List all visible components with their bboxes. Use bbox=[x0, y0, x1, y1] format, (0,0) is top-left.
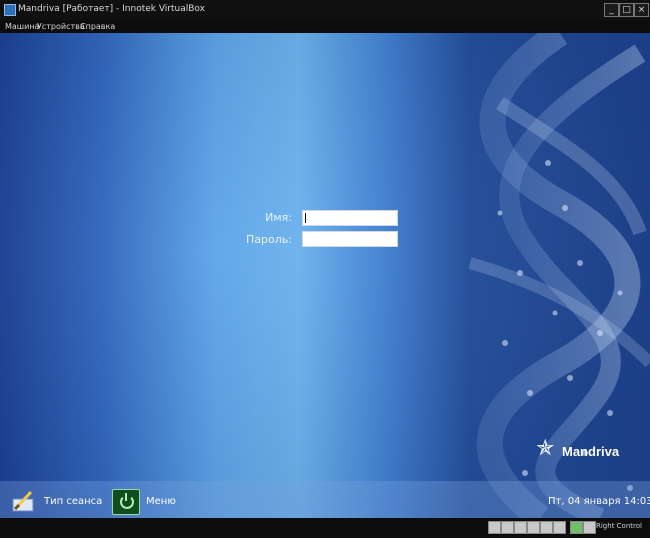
text-caret bbox=[305, 213, 306, 223]
keyboard-capture-icon[interactable] bbox=[583, 521, 596, 534]
title-bar[interactable]: Mandriva [Работает] - Innotek VirtualBox… bbox=[0, 0, 650, 20]
guest-screen[interactable]: Имя: Пароль: ✯ Mandriva Тип сеанса Меню … bbox=[0, 33, 650, 518]
mandriva-logo: ✯ Mandriva bbox=[536, 437, 636, 467]
cd-icon[interactable] bbox=[501, 521, 514, 534]
menu-label[interactable]: Меню bbox=[146, 496, 176, 507]
floppy-icon[interactable] bbox=[514, 521, 527, 534]
username-label: Имя: bbox=[265, 211, 292, 224]
status-bar: Right Control bbox=[0, 518, 650, 538]
window-title: Mandriva [Работает] - Innotek VirtualBox bbox=[18, 4, 205, 14]
menu-machine[interactable]: Машина bbox=[5, 22, 39, 31]
menu-help[interactable]: Справка bbox=[80, 22, 115, 31]
hdd-icon[interactable] bbox=[488, 521, 501, 534]
username-input[interactable] bbox=[302, 210, 398, 226]
power-menu-icon[interactable] bbox=[112, 489, 140, 515]
minimize-button[interactable]: _ bbox=[604, 3, 619, 17]
menu-bar: Машина Устройства Справка bbox=[0, 20, 650, 33]
virtualbox-app-icon[interactable] bbox=[4, 4, 16, 16]
shared-folders-icon[interactable] bbox=[553, 521, 566, 534]
maximize-button[interactable]: □ bbox=[619, 3, 634, 17]
password-input[interactable] bbox=[302, 231, 398, 247]
power-line bbox=[125, 493, 127, 501]
power-ring bbox=[120, 495, 134, 509]
session-type-icon[interactable] bbox=[11, 489, 37, 515]
usb-icon[interactable] bbox=[540, 521, 553, 534]
network-icon[interactable] bbox=[527, 521, 540, 534]
mouse-integration-icon[interactable] bbox=[570, 521, 583, 534]
mandriva-logo-text: Mandriva bbox=[562, 444, 620, 459]
virtualbox-window: Mandriva [Работает] - Innotek VirtualBox… bbox=[0, 0, 650, 538]
menu-devices[interactable]: Устройства bbox=[37, 22, 85, 31]
password-label: Пароль: bbox=[246, 233, 292, 246]
clock: Пт, 04 января 14:03 bbox=[548, 496, 650, 507]
host-key-label: Right Control bbox=[596, 522, 642, 530]
close-button[interactable]: × bbox=[634, 3, 649, 17]
session-type-label[interactable]: Тип сеанса bbox=[44, 496, 102, 507]
mandriva-star-icon: ✯ bbox=[536, 436, 555, 461]
